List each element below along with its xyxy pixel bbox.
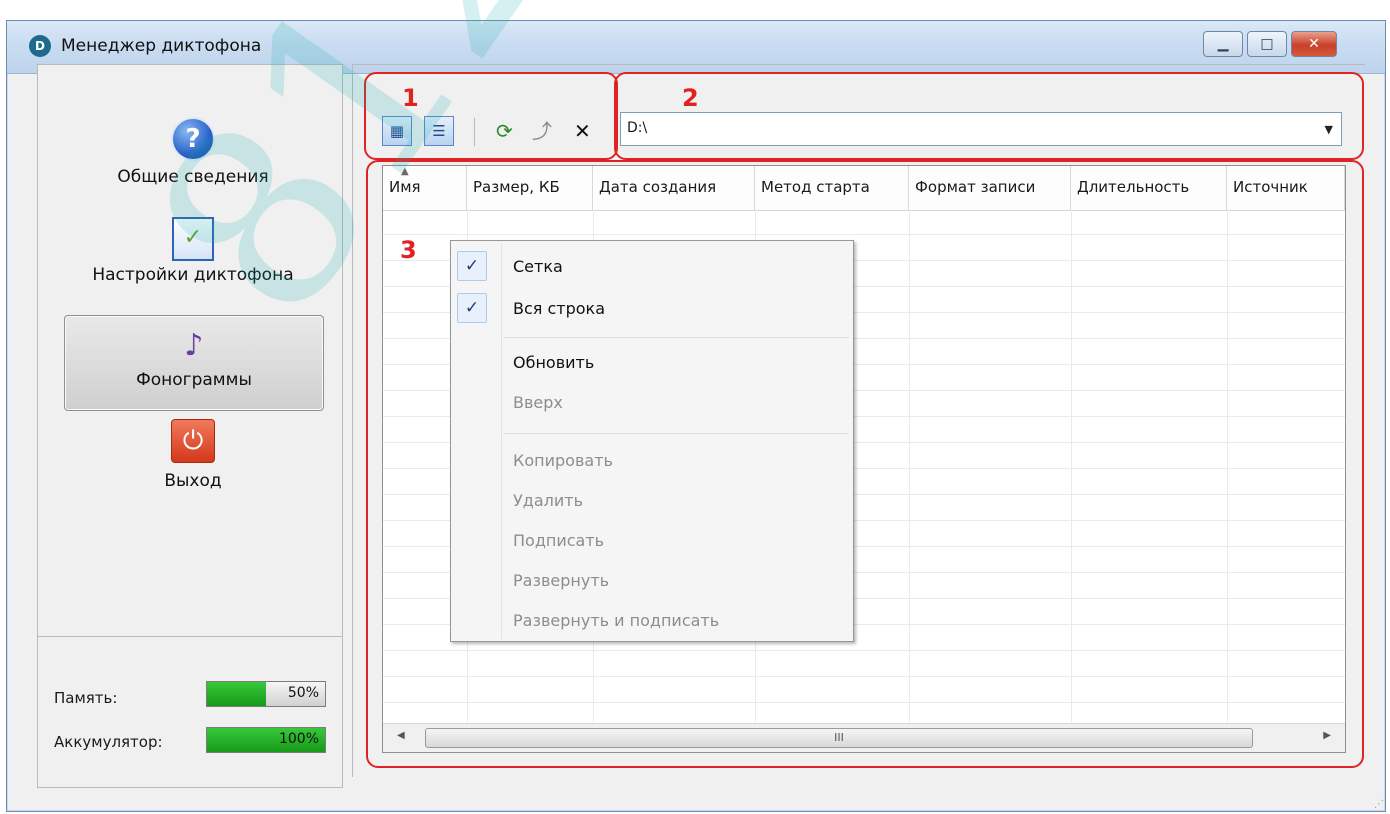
window-title: Менеджер диктофона xyxy=(61,36,262,56)
resize-grip-icon[interactable]: ⋰ xyxy=(1374,799,1384,810)
annotation-number-3: 3 xyxy=(400,236,417,264)
battery-label: Аккумулятор: xyxy=(54,733,163,751)
memory-label: Память: xyxy=(54,689,118,707)
settings-icon: ✓ xyxy=(172,217,214,261)
annotation-number-2: 2 xyxy=(682,84,699,112)
exit-icon: ⏻ xyxy=(171,419,215,463)
minimize-button[interactable]: ▁ xyxy=(1203,31,1243,57)
sidebar-item-label: Общие сведения xyxy=(117,167,269,187)
sidebar-item-label: Выход xyxy=(164,471,222,491)
sound-icon: ♪ xyxy=(184,328,204,363)
sidebar-item-recorder-settings[interactable]: ✓ Настройки диктофона xyxy=(64,217,322,285)
annotation-box-2 xyxy=(614,72,1364,160)
sidebar-item-general-info[interactable]: ? Общие сведения xyxy=(64,117,322,187)
app-icon: D xyxy=(29,35,51,57)
sidebar-item-recordings[interactable]: ♪ Фонограммы xyxy=(64,315,324,411)
memory-progress-fill xyxy=(207,682,266,706)
status-panel: Память: 50% Аккумулятор: 100% xyxy=(37,636,343,788)
memory-value: 50% xyxy=(287,685,319,701)
annotation-number-1: 1 xyxy=(402,84,419,112)
sidebar-item-exit[interactable]: ⏻ Выход xyxy=(64,419,322,491)
sidebar-item-label: Настройки диктофона xyxy=(92,265,294,285)
maximize-button[interactable]: □ xyxy=(1247,31,1287,57)
sidebar: ? Общие сведения ✓ Настройки диктофона ♪… xyxy=(37,64,343,646)
help-icon: ? xyxy=(171,117,215,161)
sidebar-item-label: Фонограммы xyxy=(136,370,252,390)
memory-progress: 50% xyxy=(206,681,326,707)
battery-progress: 100% xyxy=(206,727,326,753)
battery-value: 100% xyxy=(278,731,319,747)
close-button[interactable]: ✕ xyxy=(1291,31,1337,57)
annotation-box-3 xyxy=(366,160,1364,768)
